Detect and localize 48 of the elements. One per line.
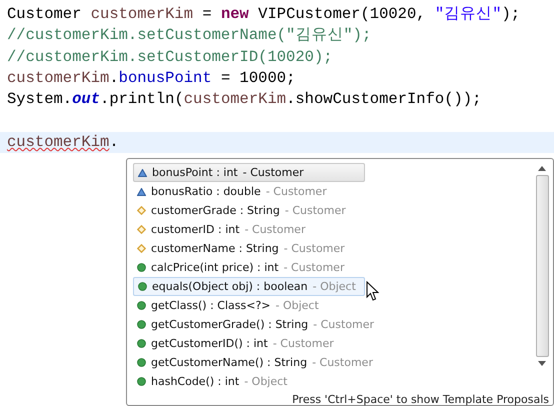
code-token: customerKim [184, 90, 286, 108]
triangle-icon [137, 188, 146, 196]
code-token: customerKim [90, 5, 194, 23]
code-token: out [72, 90, 100, 108]
scrollbar-thumb[interactable] [536, 175, 548, 357]
code-token: .println( [100, 90, 184, 108]
proposal-item[interactable]: calcPrice(int price) : int - Customer [133, 258, 365, 277]
code-token: //customerKim.setCustomerID(10020); [7, 48, 333, 66]
proposal-item[interactable]: getCustomerName() : String - Customer [133, 353, 377, 372]
proposal-item[interactable]: customerName : String - Customer [133, 239, 365, 258]
circle-icon [138, 282, 147, 291]
circle-icon [137, 377, 146, 386]
mouse-pointer-icon [366, 281, 380, 302]
circle-icon [137, 263, 146, 272]
proposal-item[interactable]: hashCode() : int - Object [133, 372, 365, 391]
up-arrow-icon [538, 166, 546, 171]
proposal-item[interactable]: bonusPoint : int - Customer [133, 163, 365, 182]
code-token: VIPCustomer(10020, [257, 5, 427, 23]
code-token: new [220, 5, 249, 23]
code-token: System. [7, 90, 72, 108]
code-token: = [201, 5, 213, 23]
code-token: .showCustomerInfo()); [286, 90, 482, 108]
diamond-icon [137, 225, 146, 234]
code-token: customerKim [7, 132, 110, 151]
proposal-item[interactable]: getClass() : Class<?> - Object [133, 296, 365, 315]
proposal-item[interactable]: getCustomerGrade() : String - Customer [133, 315, 378, 334]
proposal-item[interactable]: customerGrade : String - Customer [133, 201, 365, 220]
circle-icon [137, 320, 146, 329]
code-token: //customerKim.setCustomerName("김유신"); [7, 26, 372, 44]
circle-icon [137, 301, 146, 310]
hint-text: Press 'Ctrl+Space' to show Template Proposals [291, 392, 550, 406]
proposal-item[interactable]: bonusRatio : double - Customer [133, 182, 365, 201]
circle-icon [137, 339, 146, 348]
down-arrow-icon [538, 361, 546, 366]
code-token: bonusPoint [118, 68, 212, 87]
code-token: Customer [7, 5, 82, 23]
proposal-item[interactable]: customerID : int - Customer [133, 220, 365, 239]
code-token: customerKim [7, 68, 110, 87]
code-token: ); [502, 5, 520, 23]
code-token: "김유신" [434, 5, 502, 23]
circle-icon [137, 358, 146, 367]
diamond-icon [137, 206, 146, 215]
code-token: . [109, 68, 119, 87]
code-token: = 10000; [220, 68, 296, 87]
code-token: . [109, 132, 119, 151]
triangle-icon [138, 168, 147, 176]
diamond-icon [137, 244, 146, 253]
proposal-item[interactable]: getCustomerID() : int - Customer [133, 334, 365, 353]
